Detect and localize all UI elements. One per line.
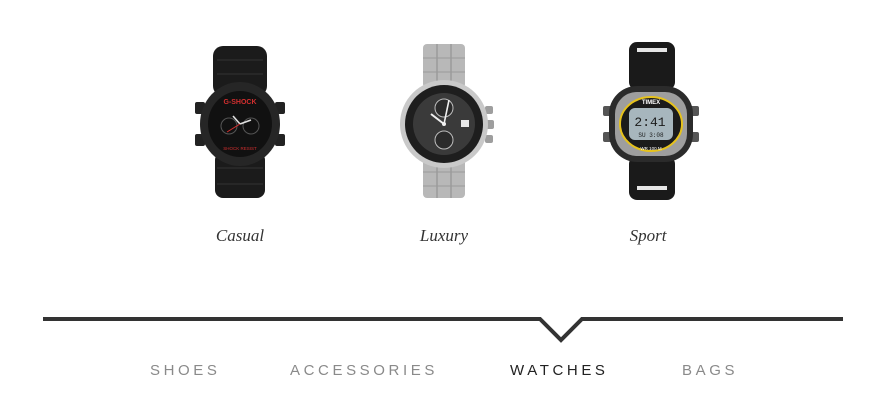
chronograph-watch-image (400, 44, 494, 198)
gshock-brand-text: G-SHOCK (223, 99, 256, 106)
product-sport[interactable]: TIMEX 2:41 SU 3:08 WR 100 M Sport (568, 40, 728, 250)
nav-tab-bags[interactable]: BAGS (682, 362, 738, 379)
timex-brand-text: TIMEX (642, 100, 660, 106)
nav-divider (43, 317, 843, 343)
timex-wr-text: WR 100 M (640, 146, 662, 151)
product-label-casual: Casual (215, 226, 265, 245)
product-label-luxury: Luxury (419, 226, 469, 245)
nav-tab-watches[interactable]: WATCHES (510, 362, 609, 379)
timex-date-text: SU 3:08 (638, 132, 664, 139)
digital-watch-image: TIMEX 2:41 SU 3:08 WR 100 M (603, 42, 699, 200)
product-casual[interactable]: G-SHOCK SHOCK RESIST Casual (160, 40, 320, 250)
timex-time-text: 2:41 (634, 115, 665, 130)
gshock-watch-image: G-SHOCK SHOCK RESIST (195, 46, 285, 198)
product-luxury[interactable]: Luxury (364, 40, 524, 250)
category-nav: SHOES ACCESSORIES WATCHES BAGS (0, 362, 878, 384)
category-showcase: G-SHOCK SHOCK RESIST Casual Luxury TIMEX… (0, 0, 878, 402)
nav-tab-shoes[interactable]: SHOES (150, 362, 221, 379)
nav-tab-accessories[interactable]: ACCESSORIES (290, 362, 438, 379)
product-label-sport: Sport (629, 226, 667, 245)
gshock-sub-text: SHOCK RESIST (223, 146, 257, 151)
